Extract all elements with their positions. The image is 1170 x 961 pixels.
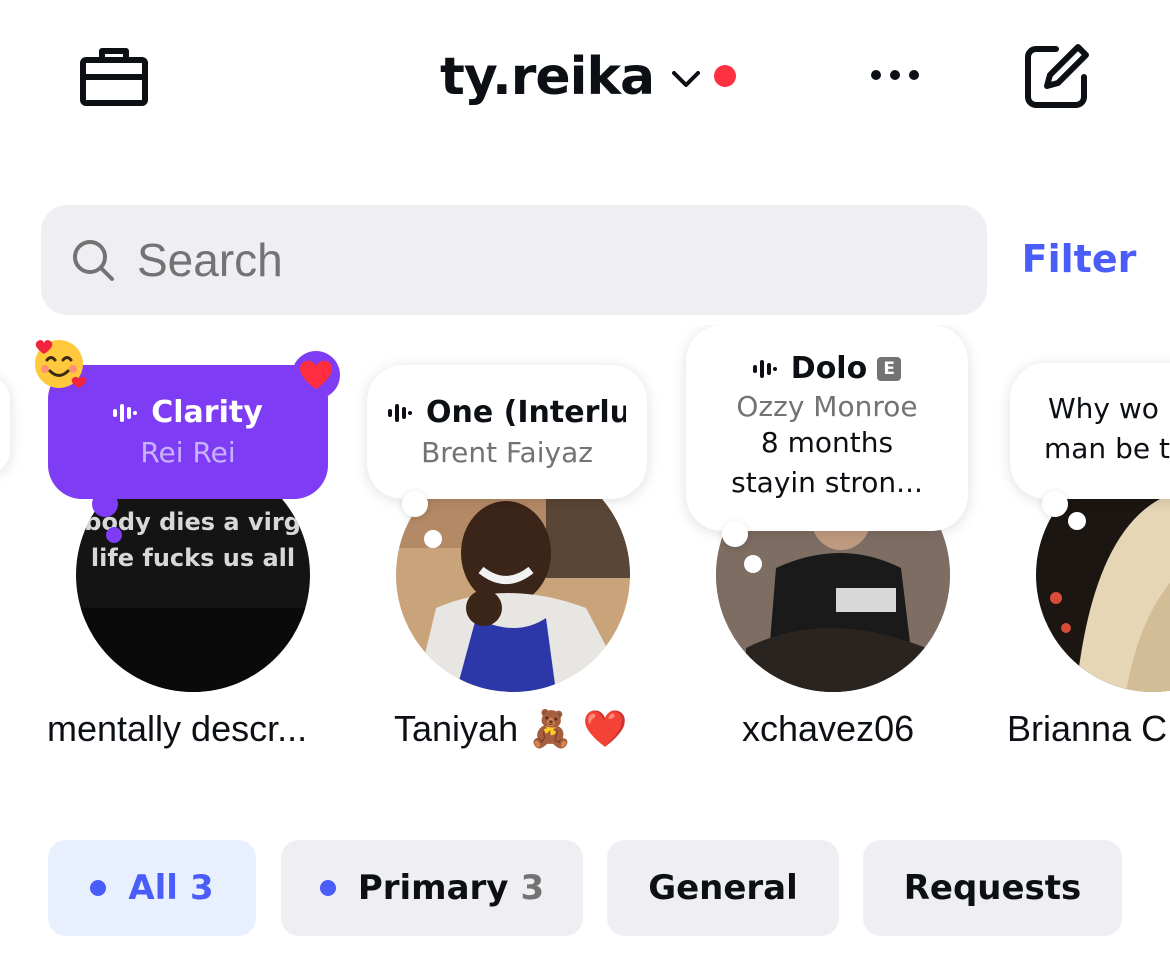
- note-bubble[interactable]: One (Interlu Brent Faiyaz: [367, 365, 647, 499]
- note-username: mentally descr...: [47, 708, 308, 749]
- avatar-shirt-text-line2: life fucks us all: [91, 544, 295, 572]
- search-icon: [73, 240, 114, 281]
- note-text-line2: stayin stron...: [731, 466, 923, 499]
- note-username: xchavez06: [742, 708, 915, 749]
- tab-primary[interactable]: Primary 3: [281, 840, 583, 936]
- briefcase-icon[interactable]: [72, 40, 156, 112]
- note-tail-dot-small: [106, 527, 122, 543]
- note-tail-dot: [92, 491, 118, 517]
- compose-icon[interactable]: [1014, 36, 1100, 116]
- note-item[interactable]: One (Interlu Brent Faiyaz Taniyah 🧸 ❤️: [362, 325, 662, 765]
- tab-general[interactable]: General: [607, 840, 839, 936]
- note-song-title: One (Interlu: [426, 395, 626, 430]
- note-text-line2: man be t: [1044, 432, 1170, 465]
- top-bar: ty.reika: [0, 0, 1170, 160]
- note-bubble[interactable]: Dolo E Ozzy Monroe 8 months stayin stron…: [686, 325, 968, 531]
- note-bubble-own[interactable]: Clarity Rei Rei: [48, 365, 328, 499]
- status-dot: [1068, 512, 1086, 530]
- red-heart-icon: [300, 360, 332, 390]
- tab-label: All: [128, 868, 178, 908]
- smiling-face-with-hearts-emoji: [30, 335, 88, 393]
- note-tail-dot: [1042, 491, 1068, 517]
- note-item-own[interactable]: nobody dies a virgin, life fucks us all …: [35, 325, 340, 765]
- note-username: Taniyah 🧸 ❤️: [394, 708, 628, 749]
- inbox-tabs: All 3 Primary 3 General Requests: [0, 838, 1170, 938]
- note-username: Brianna C: [1007, 708, 1168, 749]
- tab-label: Requests: [903, 868, 1082, 908]
- note-artist: Ozzy Monroe: [736, 390, 918, 423]
- note-text-line1: 8 months: [760, 426, 894, 459]
- account-name[interactable]: ty.reika: [440, 47, 655, 107]
- note-song-title: Clarity: [151, 395, 263, 430]
- status-dot: [744, 555, 762, 573]
- tab-count: 3: [189, 868, 214, 908]
- tab-count: 3: [520, 868, 545, 908]
- note-tail-dot: [722, 521, 748, 547]
- search-bar[interactable]: [41, 205, 987, 315]
- status-dot: [424, 530, 442, 548]
- tab-requests[interactable]: Requests: [863, 840, 1122, 936]
- notes-row[interactable]: nobody dies a virgin, life fucks us all …: [0, 325, 1170, 765]
- unread-dot: [90, 880, 107, 896]
- audio-bars-icon: [388, 403, 412, 422]
- heart-reaction-badge: [292, 351, 340, 399]
- tab-all[interactable]: All 3: [48, 840, 256, 936]
- notification-dot: [714, 65, 737, 87]
- account-switcher[interactable]: ty.reika: [440, 42, 737, 112]
- chevron-down-icon[interactable]: [670, 67, 702, 91]
- tab-label: General: [648, 868, 798, 908]
- explicit-badge: E: [877, 356, 902, 381]
- unread-dot: [319, 880, 336, 896]
- note-song-title: Dolo: [790, 351, 868, 386]
- note-item[interactable]: Dolo E Ozzy Monroe 8 months stayin stron…: [682, 325, 982, 765]
- note-tail-dot: [402, 491, 428, 517]
- audio-bars-icon: [752, 359, 777, 378]
- note-bubble[interactable]: Why wo man be t: [1010, 363, 1170, 499]
- note-item[interactable]: Why wo man be t Brianna C: [1002, 325, 1170, 765]
- more-horizontal-icon[interactable]: [862, 50, 928, 100]
- note-text-line1: Why wo: [1048, 392, 1159, 425]
- note-artist: Rei Rei: [140, 436, 236, 469]
- filter-button[interactable]: Filter: [1006, 228, 1152, 290]
- audio-bars-icon: [113, 403, 138, 422]
- search-input[interactable]: [137, 220, 917, 300]
- tab-label: Primary: [357, 868, 509, 908]
- note-artist: Brent Faiyaz: [421, 436, 593, 469]
- partial-note-bubble[interactable]: [0, 375, 10, 475]
